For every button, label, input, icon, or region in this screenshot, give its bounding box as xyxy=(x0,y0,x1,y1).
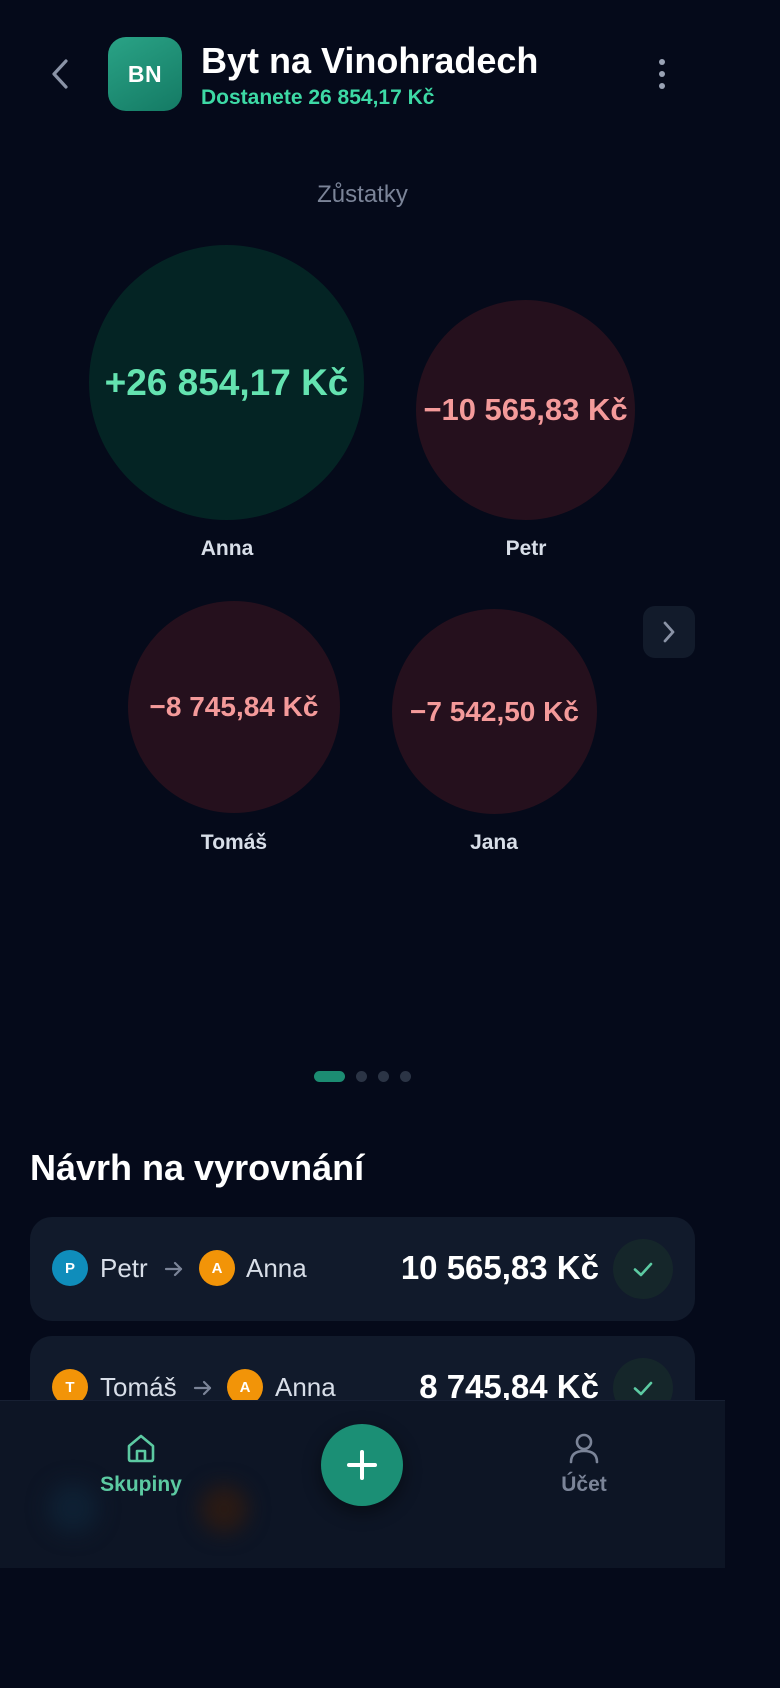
balance-bubble-anna[interactable]: +26 854,17 Kč xyxy=(89,245,364,520)
pager-dots xyxy=(0,1071,725,1082)
back-icon xyxy=(52,59,68,89)
settlement-amount: 10 565,83 Kč xyxy=(400,1249,599,1286)
balance-bubble-petr[interactable]: −10 565,83 Kč xyxy=(416,300,635,520)
balance-name-anna: Anna xyxy=(200,537,254,560)
avatar: A xyxy=(199,1250,235,1286)
check-icon xyxy=(633,1381,653,1396)
group-balance-summary: Dostanete 26 854,17 Kč xyxy=(201,86,435,109)
app-header: BN Byt na Vinohradech Dostanete 26 854,1… xyxy=(0,0,725,150)
mark-settled-button[interactable] xyxy=(613,1239,673,1299)
from-name: Petr xyxy=(100,1253,148,1283)
pager-dot-4[interactable] xyxy=(400,1071,411,1082)
pager-dot-3[interactable] xyxy=(378,1071,389,1082)
balance-name-tomas: Tomáš xyxy=(200,831,268,854)
add-expense-button[interactable] xyxy=(321,1424,403,1506)
balance-name-petr: Petr xyxy=(505,537,547,560)
balance-amount: −10 565,83 Kč xyxy=(423,392,628,427)
nav-tab-groups[interactable]: Skupiny xyxy=(76,1431,206,1497)
group-avatar[interactable]: BN xyxy=(108,37,182,111)
pager-dot-1[interactable] xyxy=(314,1071,345,1082)
more-options-button[interactable] xyxy=(645,54,679,94)
arrow-right-icon xyxy=(193,1380,212,1396)
nav-label-account: Účet xyxy=(561,1473,607,1496)
plus-icon xyxy=(347,1450,377,1480)
check-icon xyxy=(633,1262,653,1277)
balance-bubble-tomas[interactable]: −8 745,84 Kč xyxy=(128,601,340,813)
balance-amount: −8 745,84 Kč xyxy=(149,691,319,722)
balance-amount: +26 854,17 Kč xyxy=(104,361,349,403)
balance-name-jana: Jana xyxy=(470,831,518,854)
balance-bubble-jana[interactable]: −7 542,50 Kč xyxy=(392,609,597,814)
arrow-right-icon xyxy=(164,1261,183,1277)
settlement-row-petr-anna[interactable]: P Petr A Anna 10 565,83 Kč xyxy=(30,1217,695,1321)
balances-section-label: Zůstatky xyxy=(317,181,408,208)
from-name: Tomáš xyxy=(100,1372,177,1402)
nav-label-groups: Skupiny xyxy=(100,1473,182,1496)
settlement-title: Návrh na vyrovnání xyxy=(30,1147,365,1188)
balance-amount: −7 542,50 Kč xyxy=(410,695,579,727)
to-name: Anna xyxy=(275,1372,336,1402)
pager-dot-2[interactable] xyxy=(356,1071,367,1082)
chevron-right-icon xyxy=(663,621,675,643)
more-vertical-icon xyxy=(659,59,665,65)
next-page-button[interactable] xyxy=(643,606,695,658)
user-icon xyxy=(569,1433,599,1464)
home-icon xyxy=(127,1434,155,1463)
background-blur xyxy=(200,1485,248,1533)
avatar: P xyxy=(52,1250,88,1286)
nav-tab-account[interactable]: Účet xyxy=(519,1431,649,1497)
back-button[interactable] xyxy=(40,52,80,96)
group-title: Byt na Vinohradech xyxy=(201,40,539,81)
to-name: Anna xyxy=(246,1253,307,1283)
